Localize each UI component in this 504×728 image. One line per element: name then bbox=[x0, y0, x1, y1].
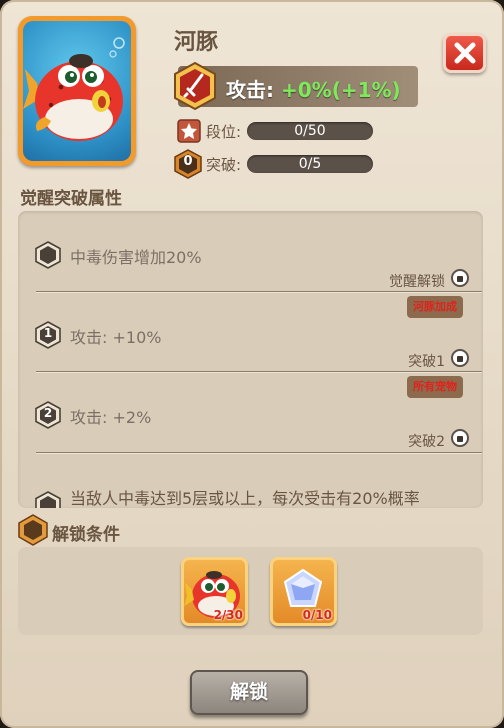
awaken-hex-icon bbox=[35, 241, 61, 269]
rank-label: 段位: bbox=[206, 123, 242, 141]
attack-value: +0% bbox=[280, 78, 332, 102]
attribute-text: 攻击: +10% bbox=[70, 328, 162, 347]
rank-progress-text: 0/50 bbox=[294, 123, 326, 139]
attribute-requirement: 突破2 bbox=[408, 434, 445, 450]
close-icon bbox=[454, 42, 475, 64]
breakthrough-progress-text: 0/5 bbox=[298, 156, 322, 172]
requirement-count: 0/10 bbox=[302, 608, 332, 622]
level-3-hex-icon bbox=[35, 491, 61, 508]
unlock-button[interactable]: 解锁 bbox=[190, 670, 308, 715]
unlock-hex-icon bbox=[18, 514, 48, 546]
sword-badge-icon bbox=[174, 61, 216, 111]
attribute-requirement: 觉醒解锁 bbox=[389, 274, 445, 290]
lock-icon bbox=[451, 269, 469, 287]
attribute-tag: 所有宠物 bbox=[407, 376, 463, 398]
breakthrough-level: 0 bbox=[183, 154, 193, 169]
attribute-level: 2 bbox=[43, 406, 53, 420]
divider bbox=[36, 371, 482, 373]
requirement-gem-item[interactable]: 0/10 bbox=[270, 557, 337, 626]
pufferfish-icon bbox=[23, 37, 125, 141]
attack-label: 攻击: bbox=[226, 78, 281, 102]
fish-portrait bbox=[18, 16, 136, 166]
star-rank-icon bbox=[177, 119, 201, 143]
attribute-requirement: 突破1 bbox=[408, 354, 445, 370]
divider bbox=[36, 452, 482, 454]
attribute-level: 1 bbox=[43, 326, 53, 340]
attribute-text: 攻击: +2% bbox=[70, 408, 152, 427]
fish-name: 河豚 bbox=[174, 30, 219, 55]
unlock-section-title: 解锁条件 bbox=[52, 525, 120, 545]
awaken-section-title: 觉醒突破属性 bbox=[20, 189, 122, 209]
requirement-count: 2/30 bbox=[213, 608, 243, 622]
lock-icon bbox=[451, 429, 469, 447]
attribute-tag: 河豚加成 bbox=[407, 296, 463, 318]
unlock-requirements: 2/30 0/10 bbox=[18, 547, 483, 635]
requirement-fish-item[interactable]: 2/30 bbox=[181, 557, 248, 626]
close-button[interactable] bbox=[443, 33, 486, 73]
attack-stat: 攻击: +0%(+1%) bbox=[226, 74, 401, 103]
divider bbox=[36, 291, 482, 293]
rank-progress-bar: 0/50 bbox=[247, 122, 373, 140]
attack-bonus: (+1%) bbox=[331, 78, 401, 102]
attribute-text: 当敌人中毒达到5层或以上，每次受击有20%概率 bbox=[70, 489, 420, 508]
awaken-attribute-list[interactable]: 中毒伤害增加20% 觉醒解锁 河豚加成 1 攻击: +10% 突破1 所有宠物 … bbox=[18, 211, 483, 508]
lock-icon bbox=[451, 349, 469, 367]
attribute-text: 中毒伤害增加20% bbox=[70, 248, 202, 267]
fish-detail-panel: 河豚 攻击: +0%(+1%) 段位: 0/50 0 突破: 0/5 觉醒突破属… bbox=[0, 0, 504, 728]
breakthrough-label: 突破: bbox=[206, 156, 242, 174]
breakthrough-progress-bar: 0/5 bbox=[247, 155, 373, 173]
